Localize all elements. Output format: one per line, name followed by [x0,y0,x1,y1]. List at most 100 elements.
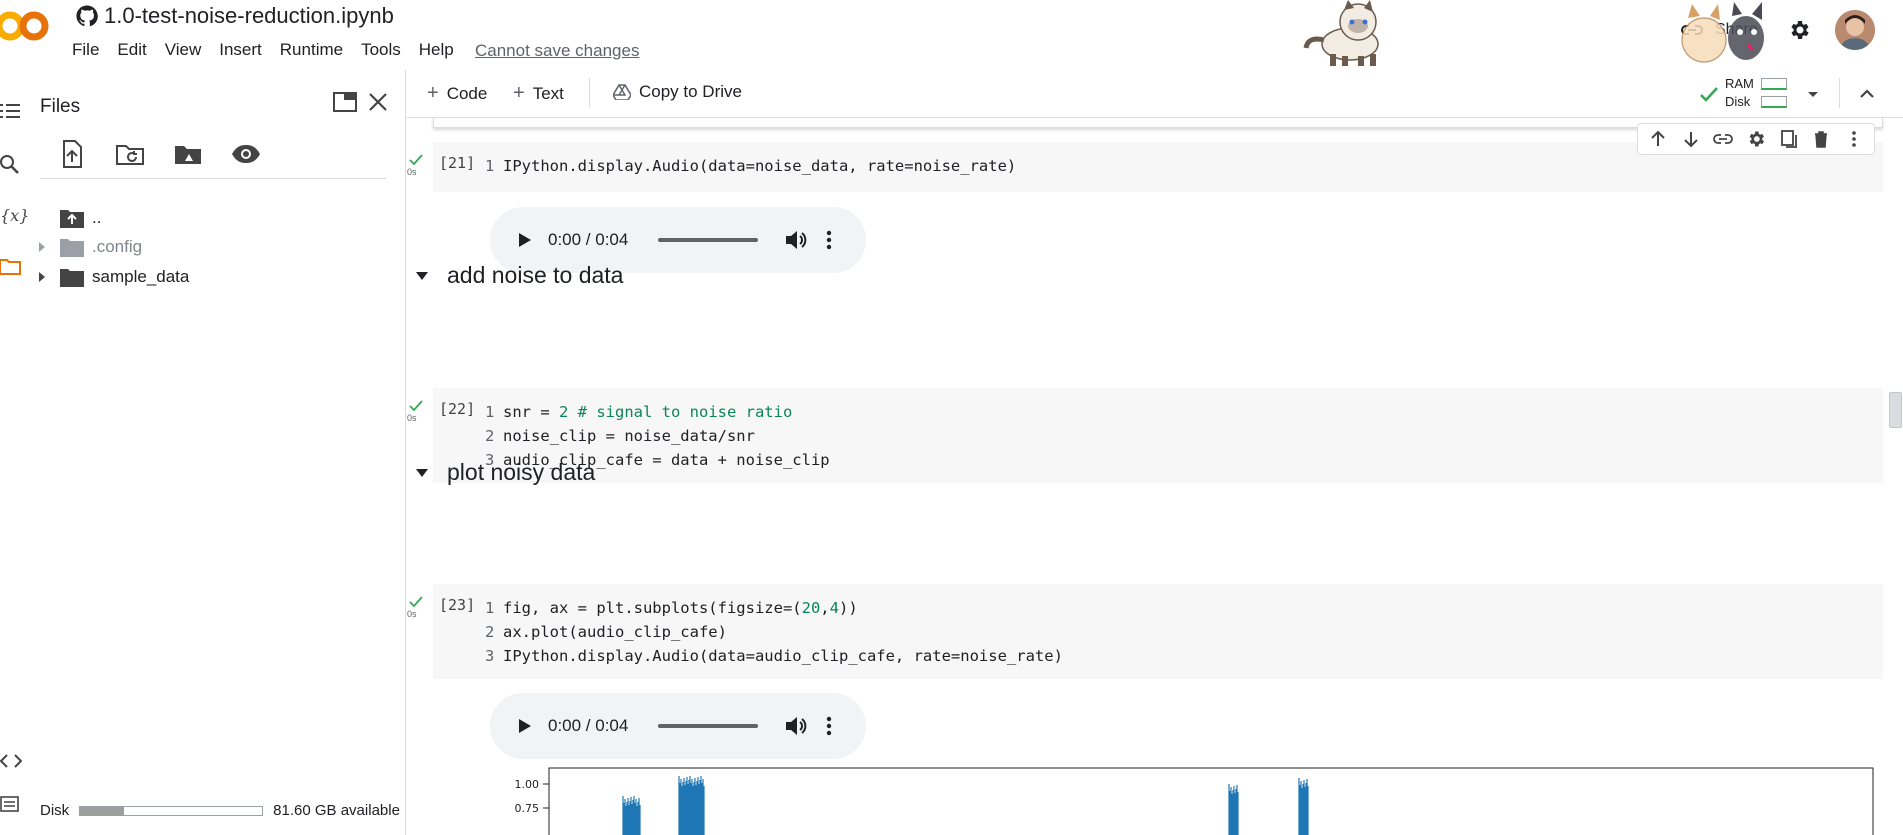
plot-frame [548,767,1874,835]
disk-label[interactable]: Disk [1725,94,1750,109]
disk-usage: Disk 81.60 GB available [40,802,400,819]
add-text-button[interactable]: + Text [513,82,564,105]
table-of-contents-icon[interactable] [0,100,22,122]
audio-time: 0:00 / 0:04 [548,716,629,735]
menu-help[interactable]: Help [419,40,464,60]
notebook-scrollbar[interactable] [1889,392,1902,428]
collapse-section-icon[interactable] [415,271,429,281]
expand-arrow-icon[interactable] [34,269,50,285]
delete-trash-icon[interactable] [1811,129,1831,149]
folder-up-icon [60,210,84,228]
header: 1.0-test-noise-reduction.ipynb File Edit… [0,0,1903,70]
execution-count: [22] [439,400,476,418]
upload-file-icon[interactable] [56,138,88,170]
cannot-save-link[interactable]: Cannot save changes [475,41,639,61]
run-status[interactable]: 0s [407,596,429,619]
more-vert-icon[interactable] [826,230,832,250]
ram-meter[interactable] [1761,78,1787,90]
notebook-toolbar: + Code + Text Copy to Drive RAM Disk [407,70,1903,118]
add-code-button[interactable]: + Code [427,82,487,105]
menu-edit[interactable]: Edit [117,40,156,60]
tree-item-config[interactable]: .config [30,233,142,261]
refresh-folder-icon[interactable] [114,138,146,170]
run-success-check-icon [409,154,423,166]
chevron-down-icon[interactable] [1805,86,1821,102]
more-vert-icon[interactable] [826,716,832,736]
cell-settings-gear-icon[interactable] [1746,129,1766,149]
chevron-up-icon[interactable] [1855,82,1879,106]
mirror-cell-icon[interactable] [1779,129,1799,149]
link-icon[interactable] [1713,129,1734,149]
audio-player: 0:00 / 0:04 [490,693,866,759]
run-success-check-icon [409,400,423,412]
audio-seek-bar[interactable] [658,724,758,728]
expand-arrow-icon[interactable] [34,239,50,255]
menu-runtime[interactable]: Runtime [280,40,353,60]
tree-item-sample-data[interactable]: sample_data [30,263,189,291]
command-palette-icon[interactable] [0,794,22,816]
files-folder-icon[interactable] [0,256,22,278]
plus-icon: + [427,82,439,104]
connected-check-icon [1700,87,1718,102]
more-vert-icon[interactable] [1844,129,1864,149]
menu-insert[interactable]: Insert [219,40,272,60]
cat-sprite-icon [1303,0,1379,66]
variables-icon[interactable]: {x} [0,206,30,228]
files-panel: Files .. .config sample_data Disk 81.60 … [30,70,406,835]
colab-window: 1.0-test-noise-reduction.ipynb File Edit… [0,0,1903,835]
code-editor[interactable]: 1 fig, ax = plt.subplots(figsize=(20,4)) … [485,596,1063,668]
volume-icon[interactable] [784,715,808,737]
mount-drive-icon[interactable] [172,138,204,170]
audio-time: 0:00 / 0:04 [548,230,629,249]
menu-tools[interactable]: Tools [361,40,411,60]
menu-bar: File Edit View Insert Runtime Tools Help [72,40,472,60]
settings-gear-icon[interactable] [1787,18,1811,42]
code-editor[interactable]: 1 IPython.display.Audio(data=noise_data, … [485,154,1016,178]
left-rail: {x} [0,70,30,835]
tree-item-parent[interactable]: .. [30,204,101,232]
user-avatar[interactable] [1835,10,1875,50]
close-icon[interactable] [366,90,390,114]
code-snippets-icon[interactable] [0,750,22,772]
menu-view[interactable]: View [165,40,212,60]
notebook-area: 0s [21] 1 IPython.display.Audio(data=nois… [407,118,1903,835]
noisy-audio-plot: 1.00 0.75 [515,767,1874,835]
cell-toolbar [1637,123,1875,155]
ytick-label: 0.75 [515,802,540,815]
toolbar-divider [1839,78,1840,108]
play-icon[interactable] [514,230,534,250]
waveform-series [622,776,1309,835]
play-icon[interactable] [514,716,534,736]
code-cell-22[interactable]: 0s [22] 1 snr = 2 # signal to noise ratio… [407,388,1883,483]
toolbar-divider [589,78,590,108]
audio-seek-bar[interactable] [658,238,758,242]
notebook-title[interactable]: 1.0-test-noise-reduction.ipynb [104,3,394,29]
collapse-section-icon[interactable] [415,468,429,478]
plus-icon: + [513,82,525,104]
folder-icon [60,239,84,257]
disk-usage-fill [80,806,124,815]
files-toolbar [56,138,262,170]
run-status[interactable]: 0s [407,400,429,423]
avatar-photo-icon [1835,10,1875,50]
folder-icon [60,269,84,287]
search-icon[interactable] [0,154,22,176]
files-divider [40,178,386,179]
code-cell-23[interactable]: 0s [23] 1 fig, ax = plt.subplots(figsize=… [407,584,1883,679]
ram-label[interactable]: RAM [1725,76,1754,91]
ytick-label: 1.00 [515,778,540,791]
run-status[interactable]: 0s [407,154,429,177]
move-down-arrow-icon[interactable] [1681,129,1701,149]
disk-meter[interactable] [1761,96,1787,108]
section-heading[interactable]: plot noisy data [407,459,595,486]
copy-to-drive-button[interactable]: Copy to Drive [613,82,742,102]
open-in-tab-icon[interactable] [332,90,358,114]
files-panel-title: Files [40,96,81,117]
menu-file[interactable]: File [72,40,109,60]
move-up-arrow-icon[interactable] [1648,129,1668,149]
show-hidden-eye-icon[interactable] [230,138,262,170]
section-heading[interactable]: add noise to data [407,262,623,289]
volume-icon[interactable] [784,229,808,251]
disk-usage-bar [79,805,264,816]
colab-logo-icon[interactable] [0,6,56,46]
